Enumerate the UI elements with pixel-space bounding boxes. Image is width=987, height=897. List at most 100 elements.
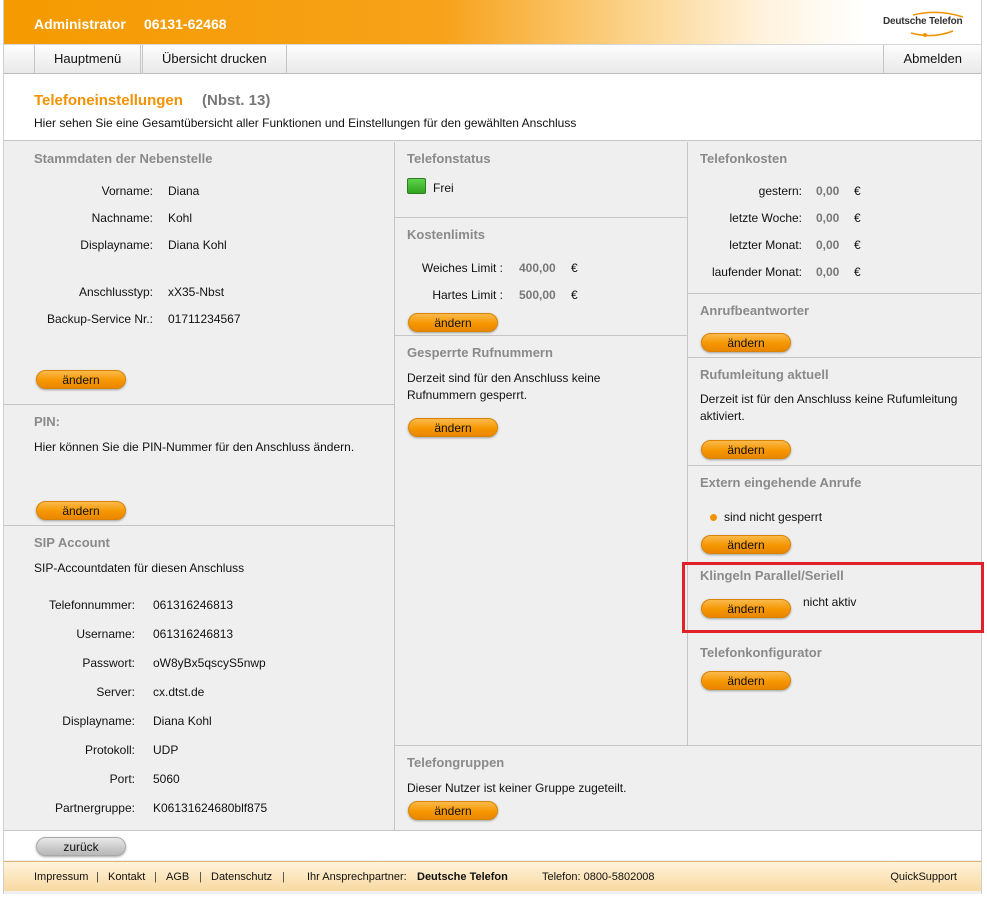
edit-rufumleitung-button[interactable]: ändern — [701, 440, 791, 459]
value-vorname: Diana — [168, 184, 200, 198]
gesperrt-description: Derzeit sind für den Anschluss keine Ruf… — [407, 371, 601, 402]
status-text: Frei — [433, 181, 454, 195]
value-protokoll: UDP — [153, 743, 179, 757]
footer-partner-name: Deutsche Telefon — [417, 871, 508, 883]
section-kostenlimits: Kostenlimits Weiches Limit : 400,00 € Ha… — [395, 218, 687, 336]
section-stammdaten: Stammdaten der Nebenstelle Vorname: Dian… — [4, 142, 394, 405]
extern-status: sind nicht gesperrt — [724, 510, 823, 524]
section-title: Kostenlimits — [407, 227, 486, 242]
highlight-box — [682, 562, 984, 633]
section-pin: PIN: Hier können Sie die PIN-Nummer für … — [4, 405, 394, 526]
footer-separator: | — [96, 871, 99, 883]
edit-anrufbeantworter-button[interactable]: ändern — [701, 333, 791, 352]
section-title: Telefongruppen — [407, 755, 505, 770]
section-sip-account: SIP Account SIP-Accountdaten für diesen … — [4, 526, 394, 830]
value-passwort: oW8yBx5qscyS5nwp — [153, 656, 266, 670]
edit-extern-button[interactable]: ändern — [701, 535, 791, 554]
label-sip-displayname: Displayname: — [62, 714, 135, 728]
sip-description: SIP-Accountdaten für diesen Anschluss — [34, 561, 245, 575]
label-port: Port: — [109, 772, 135, 786]
pin-description: Hier können Sie die PIN-Nummer für den A… — [34, 440, 355, 454]
footer-telefon: Telefon: 0800-5802008 — [542, 871, 655, 883]
label-passwort: Passwort: — [82, 656, 135, 670]
value-backup-service: 01711234567 — [168, 312, 241, 326]
currency-hartes-limit: € — [571, 288, 578, 302]
currency-weiches-limit: € — [571, 261, 578, 275]
back-button[interactable]: zurück — [36, 837, 126, 856]
deutsche-telefon-logo[interactable]: Deutsche Telefon — [883, 11, 967, 37]
nav-print-overview[interactable]: Übersicht drucken — [142, 45, 287, 74]
footer-link-kontakt[interactable]: Kontakt — [108, 871, 145, 883]
label-displayname: Displayname: — [80, 238, 153, 252]
page-subtitle: (Nbst. 13) — [202, 92, 271, 109]
currency-laufender-monat: € — [854, 265, 861, 279]
value-partnergruppe: K06131624680blf875 — [153, 801, 268, 815]
label-letzter-monat: letzter Monat: — [729, 238, 802, 252]
label-backup-service: Backup-Service Nr.: — [46, 312, 153, 326]
column-left: Stammdaten der Nebenstelle Vorname: Dian… — [4, 142, 395, 830]
label-server: Server: — [96, 685, 135, 699]
section-title: Telefonkosten — [700, 151, 788, 166]
edit-telefongruppen-button[interactable]: ändern — [408, 801, 498, 820]
value-anschlusstyp: xX35-Nbst — [168, 285, 225, 299]
section-title: Telefonstatus — [407, 151, 491, 166]
label-hartes-limit: Hartes Limit : — [432, 288, 503, 302]
footer-link-impressum[interactable]: Impressum — [34, 871, 88, 883]
telefongruppen-description: Dieser Nutzer ist keiner Gruppe zugeteil… — [407, 781, 627, 795]
footer: Impressum | Kontakt | AGB | Datenschutz … — [4, 861, 981, 891]
value-displayname: Diana Kohl — [168, 238, 227, 252]
page-description: Hier sehen Sie eine Gesamtübersicht alle… — [34, 116, 577, 130]
value-username: 061316246813 — [153, 627, 234, 641]
account-phone: 06131-62468 — [144, 16, 227, 32]
column-right: Telefonkosten gestern: 0,00 € letzte Woc… — [688, 142, 981, 745]
currency-letzter-monat: € — [854, 238, 861, 252]
user-role: Administrator — [34, 16, 126, 32]
section-title: PIN: — [34, 414, 60, 429]
edit-pin-button[interactable]: ändern — [36, 501, 126, 520]
label-anschlusstyp: Anschlusstyp: — [78, 285, 153, 299]
section-gesperrte-rufnummern: Gesperrte Rufnummern Derzeit sind für de… — [395, 336, 687, 745]
nav-main-menu[interactable]: Hauptmenü — [34, 45, 142, 74]
footer-link-agb[interactable]: AGB — [166, 871, 189, 883]
section-telefonkosten: Telefonkosten gestern: 0,00 € letzte Woc… — [688, 142, 981, 294]
section-extern-eingehend: Extern eingehende Anrufe sind nicht gesp… — [688, 466, 981, 560]
section-title: Rufumleitung aktuell — [700, 367, 829, 382]
label-gestern: gestern: — [758, 184, 802, 198]
nav-logout[interactable]: Abmelden — [883, 45, 981, 74]
edit-gesperrt-button[interactable]: ändern — [408, 418, 498, 437]
label-vorname: Vorname: — [101, 184, 153, 198]
section-title: Stammdaten der Nebenstelle — [34, 151, 213, 166]
value-nachname: Kohl — [168, 211, 193, 225]
status-indicator-icon — [407, 178, 426, 194]
edit-konfigurator-button[interactable]: ändern — [701, 671, 791, 690]
bottom-action-bar: zurück — [4, 830, 981, 860]
label-telefonnummer: Telefonnummer: — [48, 598, 135, 612]
value-letzter-monat: 0,00 — [816, 238, 840, 252]
value-letzte-woche: 0,00 — [816, 211, 840, 225]
label-letzte-woche: letzte Woche: — [729, 211, 802, 225]
edit-kostenlimits-button[interactable]: ändern — [408, 313, 498, 332]
section-telefonkonfigurator: Telefonkonfigurator ändern — [688, 636, 981, 745]
value-server: cx.dtst.de — [153, 685, 205, 699]
section-anrufbeantworter: Anrufbeantworter ändern — [688, 294, 981, 358]
footer-separator: | — [154, 871, 157, 883]
app-frame: Administrator 06131-62468 Deutsche Telef… — [3, 0, 982, 894]
footer-separator: | — [282, 871, 285, 883]
section-title: Gesperrte Rufnummern — [407, 345, 553, 360]
section-rufumleitung: Rufumleitung aktuell Derzeit ist für den… — [688, 358, 981, 466]
label-laufender-monat: laufender Monat: — [711, 265, 802, 279]
footer-link-datenschutz[interactable]: Datenschutz — [211, 871, 272, 883]
value-port: 5060 — [153, 772, 180, 786]
section-telefongruppen: Telefongruppen Dieser Nutzer ist keiner … — [395, 745, 981, 830]
edit-stammdaten-button[interactable]: ändern — [36, 370, 126, 389]
value-telefonnummer: 061316246813 — [153, 598, 234, 612]
column-middle: Telefonstatus Frei Kostenlimits Weiches … — [395, 142, 688, 745]
value-gestern: 0,00 — [816, 184, 840, 198]
value-weiches-limit: 400,00 — [519, 261, 556, 275]
label-partnergruppe: Partnergruppe: — [54, 801, 135, 815]
section-title: Extern eingehende Anrufe — [700, 475, 862, 490]
value-hartes-limit: 500,00 — [519, 288, 556, 302]
footer-link-quicksupport[interactable]: QuickSupport — [890, 871, 957, 883]
main-nav: Hauptmenü Übersicht drucken Abmelden — [4, 44, 981, 74]
label-protokoll: Protokoll: — [84, 743, 135, 757]
